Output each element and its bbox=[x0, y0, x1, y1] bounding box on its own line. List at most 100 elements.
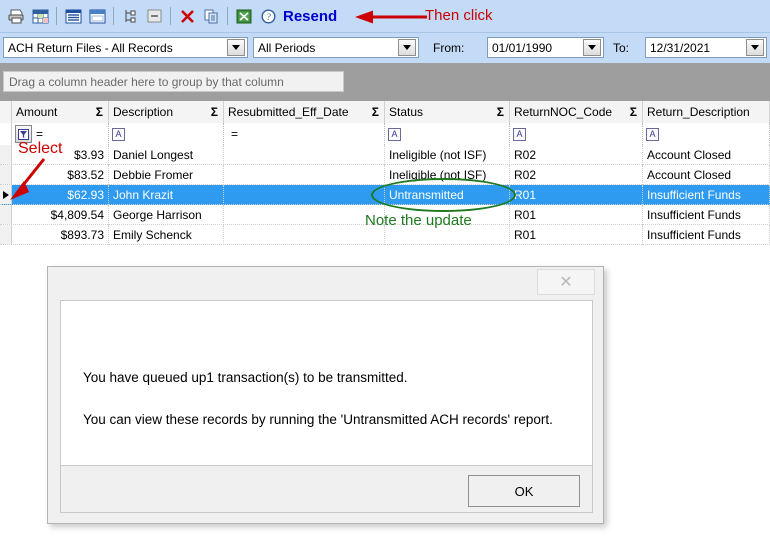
to-label: To: bbox=[613, 41, 630, 55]
resend-button[interactable]: Resend bbox=[283, 8, 337, 25]
cell-resubmitted_eff_date[interactable] bbox=[224, 145, 385, 165]
annotation-note-update: Note the update bbox=[365, 212, 472, 229]
cell-description[interactable]: Daniel Longest bbox=[109, 145, 224, 165]
dialog-footer: OK bbox=[60, 466, 593, 513]
filter-cell-return_noc_code[interactable]: A bbox=[510, 123, 643, 145]
toolbar-separator bbox=[227, 7, 228, 25]
column-header-description[interactable]: Description Σ bbox=[109, 101, 224, 123]
toolbar-icon-group: ? bbox=[4, 3, 280, 29]
column-header-label: Description bbox=[113, 105, 174, 119]
help-icon[interactable]: ? bbox=[256, 4, 280, 28]
filter-cell-status[interactable]: A bbox=[385, 123, 510, 145]
export-excel-icon[interactable] bbox=[232, 4, 256, 28]
column-header-status[interactable]: Status Σ bbox=[385, 101, 510, 123]
grid-table-icon[interactable] bbox=[28, 4, 52, 28]
toolbar: ? Resend Then click bbox=[0, 0, 770, 33]
cell-return_noc_code[interactable]: R01 bbox=[510, 225, 643, 245]
dialog-message-line-1: You have queued up1 transaction(s) to be… bbox=[83, 370, 408, 385]
svg-text:?: ? bbox=[266, 12, 271, 22]
column-header-amount[interactable]: Amount Σ bbox=[12, 101, 109, 123]
row-indicator[interactable] bbox=[0, 205, 12, 224]
print-icon[interactable] bbox=[4, 4, 28, 28]
cell-return_noc_code[interactable]: R02 bbox=[510, 165, 643, 185]
cell-resubmitted_eff_date[interactable] bbox=[224, 205, 385, 225]
view-select[interactable]: ACH Return Files - All Records bbox=[3, 37, 248, 58]
column-header-label: Status bbox=[389, 105, 424, 119]
cell-return_description[interactable]: Account Closed bbox=[643, 145, 770, 165]
filter-operator: = bbox=[36, 127, 44, 141]
cell-return_noc_code[interactable]: R01 bbox=[510, 185, 643, 205]
window-view-icon[interactable] bbox=[85, 4, 109, 28]
chevron-down-icon[interactable] bbox=[398, 39, 416, 56]
cell-status[interactable]: Ineligible (not ISF) bbox=[385, 145, 510, 165]
column-header-return_noc_code[interactable]: ReturnNOC_Code Σ bbox=[510, 101, 643, 123]
arrow-then-click-icon bbox=[355, 10, 427, 24]
column-sum-icon[interactable]: Σ bbox=[211, 105, 218, 119]
table-row[interactable]: $83.52 Debbie Fromer Ineligible (not ISF) R… bbox=[0, 165, 770, 185]
filter-indicator-cell bbox=[0, 123, 12, 145]
column-sum-icon[interactable]: Σ bbox=[372, 105, 379, 119]
cell-status[interactable]: Untransmitted bbox=[385, 185, 510, 205]
header-indicator-cell bbox=[0, 101, 12, 123]
cell-return_description[interactable]: Insufficient Funds bbox=[643, 185, 770, 205]
ok-button[interactable]: OK bbox=[468, 475, 580, 507]
cell-description[interactable]: John Krazit bbox=[109, 185, 224, 205]
to-date-field[interactable]: 12/31/2021 bbox=[645, 37, 767, 58]
column-sum-icon[interactable]: Σ bbox=[96, 105, 103, 119]
text-filter-icon[interactable]: A bbox=[646, 127, 659, 141]
cell-return_description[interactable]: Account Closed bbox=[643, 165, 770, 185]
column-header-label: ReturnNOC_Code bbox=[514, 105, 613, 119]
cell-description[interactable]: George Harrison bbox=[109, 205, 224, 225]
cell-amount[interactable]: $893.73 bbox=[12, 225, 109, 245]
cell-status[interactable]: Ineligible (not ISF) bbox=[385, 165, 510, 185]
group-by-hint[interactable]: Drag a column header here to group by th… bbox=[3, 71, 344, 92]
cell-return_noc_code[interactable]: R01 bbox=[510, 205, 643, 225]
grid-filter-row: = A = A A A bbox=[0, 123, 770, 145]
period-select[interactable]: All Periods bbox=[253, 37, 419, 58]
report-view-icon[interactable] bbox=[61, 4, 85, 28]
toolbar-separator bbox=[113, 7, 114, 25]
column-header-return_description[interactable]: Return_Description bbox=[643, 101, 770, 123]
column-sum-icon[interactable]: Σ bbox=[630, 105, 637, 119]
cell-return_description[interactable]: Insufficient Funds bbox=[643, 225, 770, 245]
cell-return_noc_code[interactable]: R02 bbox=[510, 145, 643, 165]
from-label: From: bbox=[433, 41, 465, 55]
cell-resubmitted_eff_date[interactable] bbox=[224, 165, 385, 185]
copy-icon[interactable] bbox=[199, 4, 223, 28]
filter-operator: = bbox=[231, 127, 239, 141]
chevron-down-icon[interactable] bbox=[583, 39, 601, 56]
collapse-icon[interactable] bbox=[142, 4, 166, 28]
annotation-then-click: Then click bbox=[425, 7, 493, 24]
table-row[interactable]: $3.93 Daniel Longest Ineligible (not ISF) R… bbox=[0, 145, 770, 165]
chevron-down-icon[interactable] bbox=[227, 39, 245, 56]
cell-description[interactable]: Emily Schenck bbox=[109, 225, 224, 245]
filter-cell-return_description[interactable]: A bbox=[643, 123, 770, 145]
chevron-down-icon[interactable] bbox=[746, 39, 764, 56]
grid-header-row: Amount Σ Description Σ Resubmitted_Eff_Date Σ… bbox=[0, 101, 770, 123]
dialog-titlebar: ✕ bbox=[48, 267, 603, 299]
text-filter-icon[interactable]: A bbox=[388, 127, 401, 141]
row-indicator[interactable] bbox=[0, 225, 12, 244]
from-date-field[interactable]: 01/01/1990 bbox=[487, 37, 604, 58]
cell-resubmitted_eff_date[interactable] bbox=[224, 225, 385, 245]
text-filter-icon[interactable]: A bbox=[112, 127, 125, 141]
group-by-panel[interactable]: Drag a column header here to group by th… bbox=[0, 63, 770, 101]
filter-cell-resubmitted_eff_date[interactable]: = bbox=[224, 123, 385, 145]
close-icon[interactable]: ✕ bbox=[537, 269, 595, 295]
toolbar-separator bbox=[56, 7, 57, 25]
delete-icon[interactable] bbox=[175, 4, 199, 28]
arrow-select-icon bbox=[10, 158, 46, 200]
filter-cell-description[interactable]: A bbox=[109, 123, 224, 145]
cell-description[interactable]: Debbie Fromer bbox=[109, 165, 224, 185]
filter-bar: ACH Return Files - All Records All Perio… bbox=[0, 33, 770, 63]
column-header-resubmitted_eff_date[interactable]: Resubmitted_Eff_Date Σ bbox=[224, 101, 385, 123]
cell-amount[interactable]: $4,809.54 bbox=[12, 205, 109, 225]
cell-return_description[interactable]: Insufficient Funds bbox=[643, 205, 770, 225]
column-header-label: Return_Description bbox=[647, 105, 750, 119]
text-filter-icon[interactable]: A bbox=[513, 127, 526, 141]
cell-resubmitted_eff_date[interactable] bbox=[224, 185, 385, 205]
table-row[interactable]: $62.93 John Krazit Untransmitted R01 Insuffi… bbox=[0, 185, 770, 205]
tree-outline-icon[interactable] bbox=[118, 4, 142, 28]
column-sum-icon[interactable]: Σ bbox=[497, 105, 504, 119]
dialog-body: You have queued up1 transaction(s) to be… bbox=[60, 300, 593, 466]
